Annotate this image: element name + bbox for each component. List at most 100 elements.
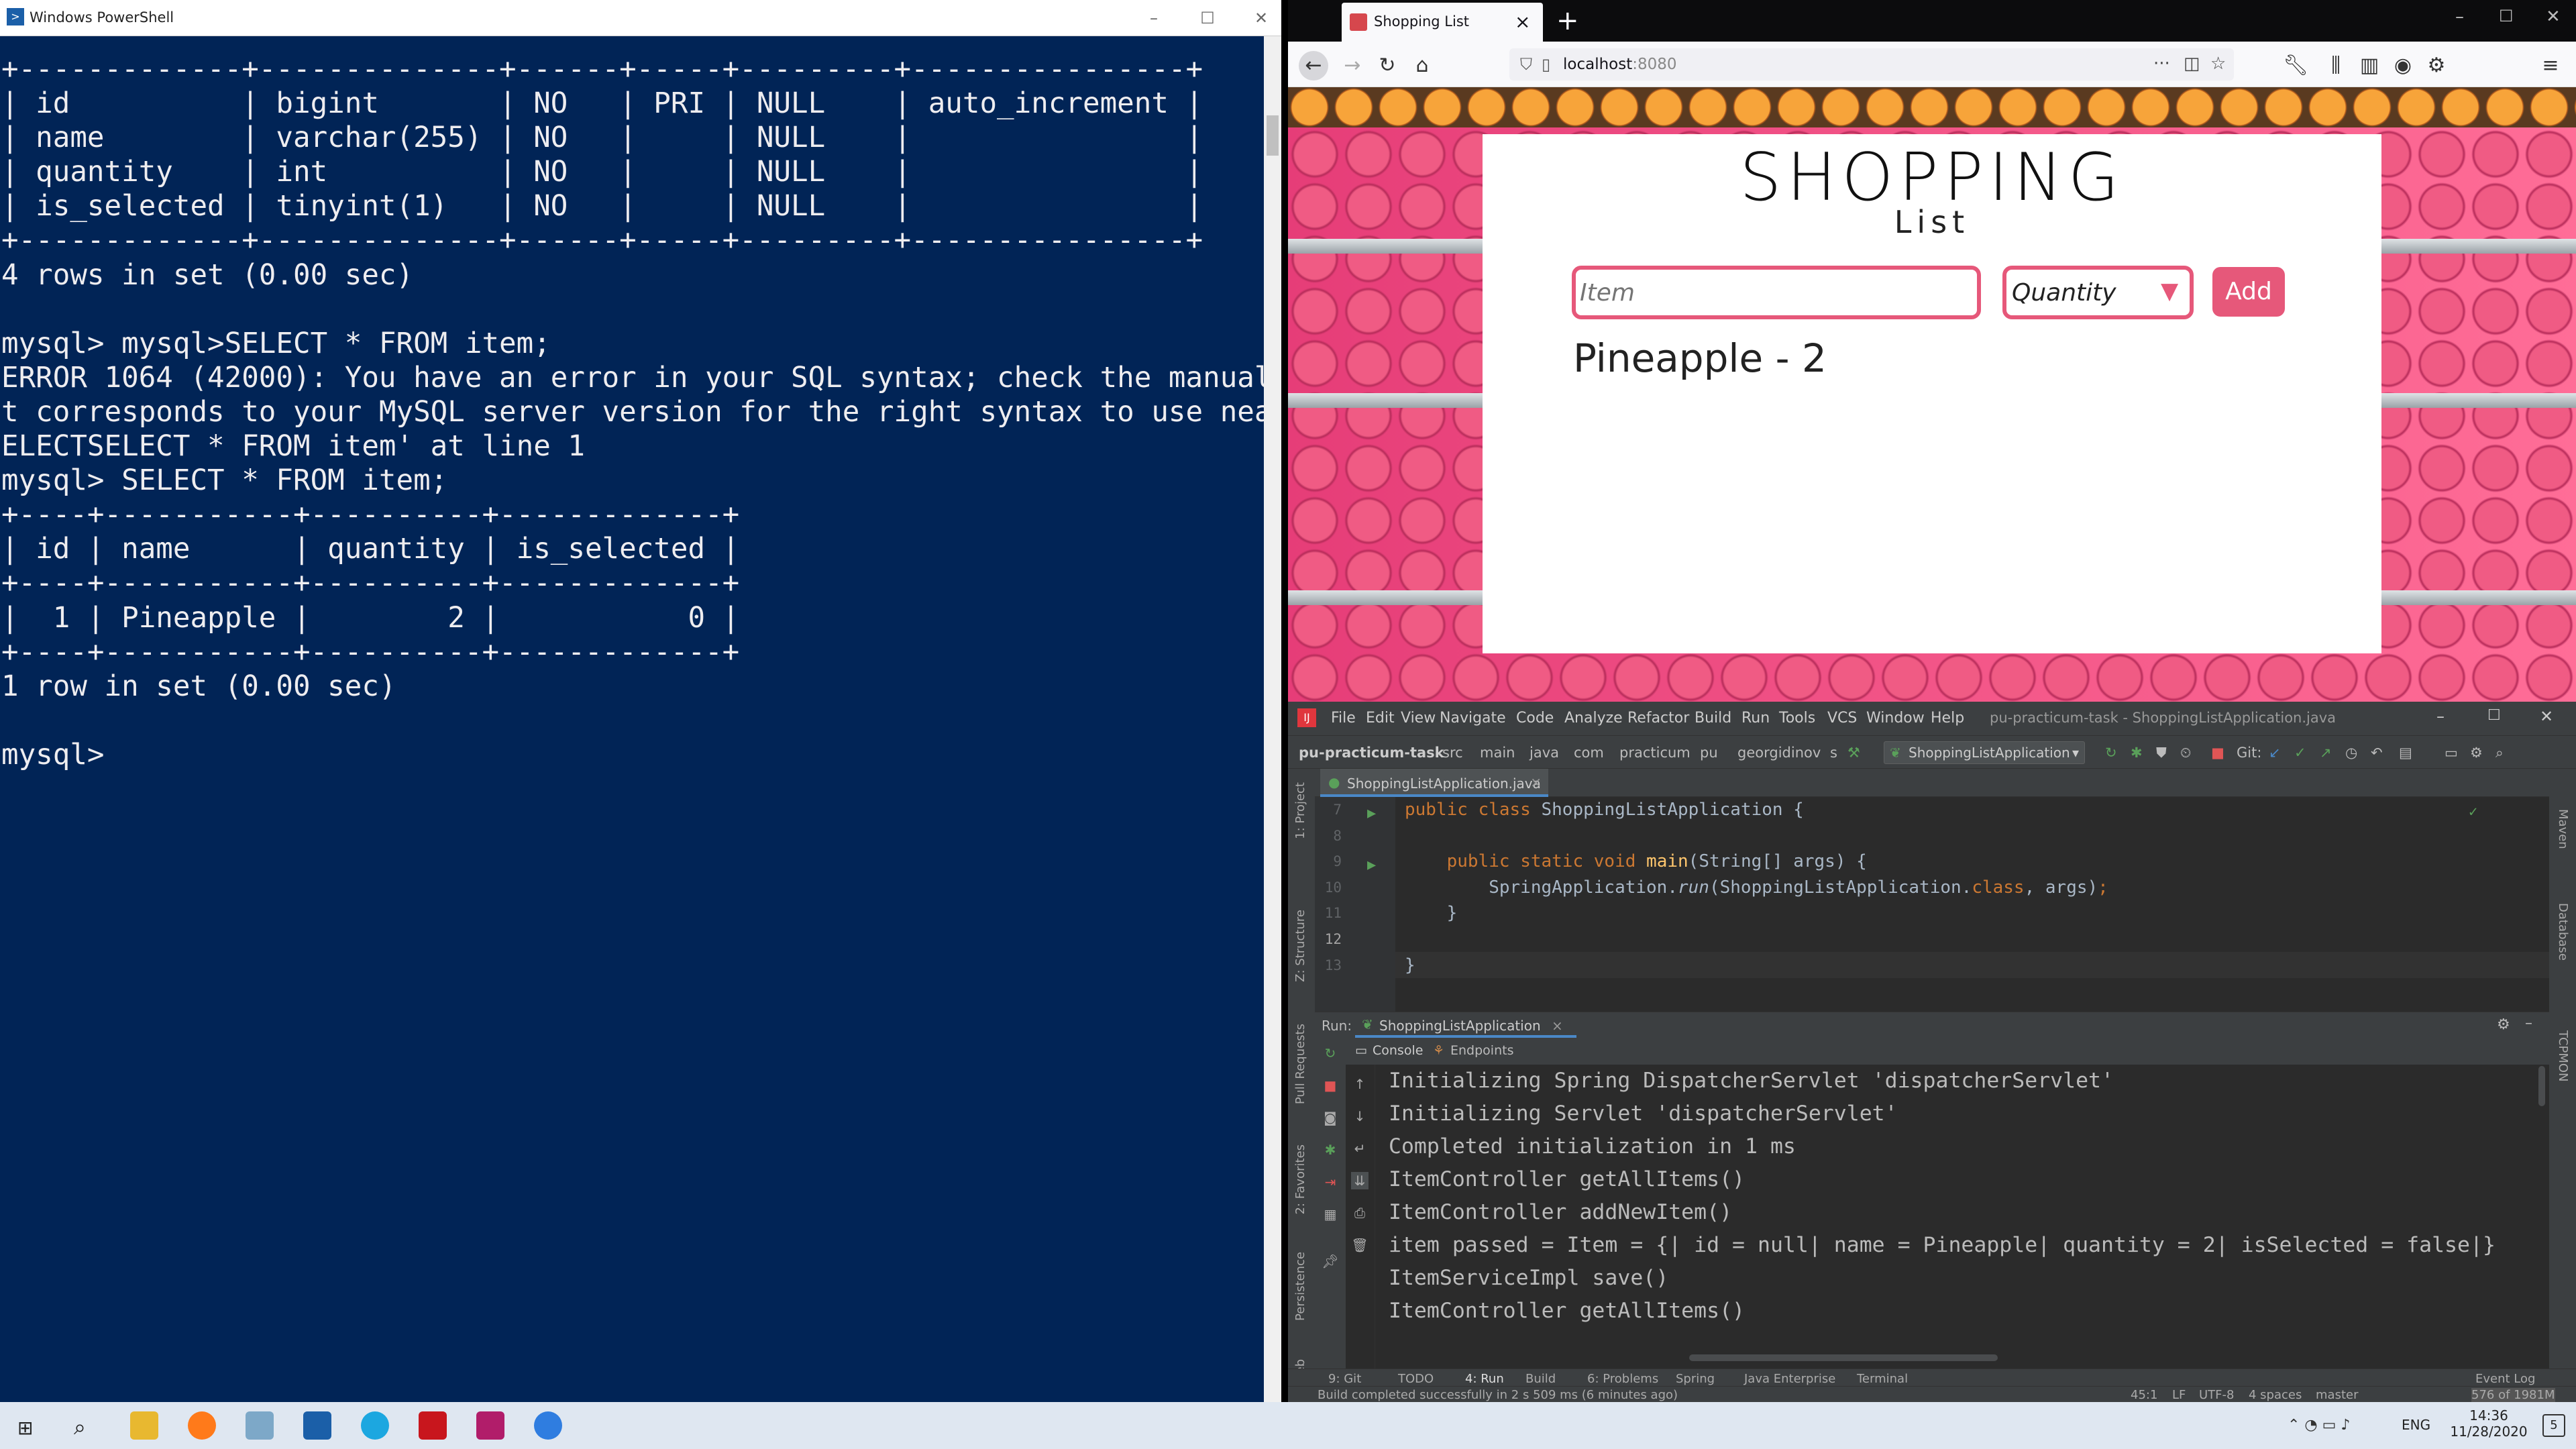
cursor-position[interactable]: 45:1	[2131, 1388, 2157, 1402]
search-icon[interactable]: ⌕	[74, 1414, 86, 1440]
rerun-icon[interactable]: ↻	[1322, 1044, 1339, 1062]
tool-pull-requests[interactable]: Pull Requests	[1293, 1024, 1307, 1104]
acrobat-icon[interactable]	[419, 1411, 447, 1440]
tool-tcpmon[interactable]: TCPMON	[2556, 1030, 2570, 1082]
project-structure-icon[interactable]: ▤	[2399, 745, 2412, 761]
scrollbar-thumb[interactable]	[1267, 115, 1279, 156]
tracking-shield-icon[interactable]: ⛉	[1520, 55, 1532, 74]
breadcrumb-com[interactable]: com	[1574, 745, 1604, 761]
url-bar[interactable]: ⛉ ▯ localhost:8080 ··· ◫ ☆	[1509, 48, 2234, 80]
tool-git[interactable]: 9: Git	[1328, 1372, 1361, 1386]
breadcrumb-java[interactable]: java	[1529, 745, 1559, 761]
tool-problems[interactable]: 6: Problems	[1587, 1372, 1658, 1386]
event-log[interactable]: Event Log	[2475, 1372, 2535, 1386]
minimize-button[interactable]: –	[1134, 0, 1174, 36]
run-gutter-icon[interactable]: ▶	[1367, 801, 1376, 827]
hide-panel-icon[interactable]: –	[2525, 1015, 2532, 1032]
intellij-taskbar-icon[interactable]	[476, 1411, 504, 1440]
git-branch[interactable]: master	[2316, 1388, 2358, 1402]
menu-navigate[interactable]: Navigate	[1440, 710, 1506, 727]
pocket-icon[interactable]: ◫	[2184, 54, 2200, 74]
console-tab[interactable]: ▭ Console	[1355, 1043, 1423, 1058]
debug-icon[interactable]: ✱	[2131, 745, 2143, 761]
tool-terminal[interactable]: Terminal	[1857, 1372, 1908, 1386]
pin-icon[interactable]: 📌︎	[1322, 1252, 1339, 1270]
close-tab-icon[interactable]: ×	[1545, 1018, 1563, 1034]
clock[interactable]: 14:36 11/28/2020	[2442, 1407, 2536, 1440]
menu-analyze[interactable]: Analyze	[1564, 710, 1623, 727]
tool-persistence[interactable]: Persistence	[1293, 1252, 1307, 1321]
firefox-icon[interactable]	[188, 1411, 216, 1440]
close-tab-icon[interactable]: ×	[1530, 774, 1542, 790]
minimize-button[interactable]: –	[2436, 707, 2445, 726]
close-tab-icon[interactable]: ×	[1515, 11, 1530, 33]
tool-favorites[interactable]: 2: Favorites	[1293, 1144, 1307, 1215]
rollback-icon[interactable]: ↶	[2371, 745, 2383, 761]
status-message[interactable]: Build completed successfully in 2 s 509 …	[1318, 1388, 1678, 1402]
add-button[interactable]: Add	[2212, 267, 2285, 317]
file-explorer-icon[interactable]	[130, 1411, 158, 1440]
scroll-down-icon[interactable]: ↓	[1351, 1108, 1368, 1125]
console-hscrollbar[interactable]	[1689, 1354, 1998, 1361]
extensions-icon[interactable]: ⚙	[2422, 51, 2451, 80]
git-history-icon[interactable]: ◷	[2345, 745, 2357, 761]
rerun-icon[interactable]: ↻	[2105, 745, 2117, 761]
menu-help[interactable]: Help	[1931, 710, 1964, 727]
wrench-icon[interactable]: 🔧︎	[2281, 51, 2310, 80]
console-output[interactable]: Initializing Spring DispatcherServlet 'd…	[1389, 1065, 2542, 1346]
forward-icon[interactable]: →	[1338, 51, 1367, 80]
app-icon[interactable]	[361, 1411, 389, 1440]
app-icon[interactable]	[246, 1411, 274, 1440]
build-hammer-icon[interactable]: ⚒	[1847, 745, 1860, 761]
back-icon[interactable]: ←	[1299, 51, 1328, 80]
coverage-icon[interactable]: ⛊	[2156, 745, 2167, 761]
firefox-dev-icon[interactable]	[534, 1411, 562, 1440]
menu-build[interactable]: Build	[1695, 710, 1731, 727]
git-commit-icon[interactable]: ✓	[2294, 745, 2306, 761]
menu-refactor[interactable]: Refactor	[1627, 710, 1689, 727]
tool-spring[interactable]: Spring	[1676, 1372, 1715, 1386]
minimize-button[interactable]: –	[2455, 7, 2464, 27]
breadcrumb-project[interactable]: pu-practicum-task	[1299, 745, 1444, 761]
git-update-icon[interactable]: ↙	[2269, 745, 2281, 761]
memory-indicator[interactable]: 576 of 1981M	[2471, 1388, 2555, 1402]
close-button[interactable]: ✕	[2546, 7, 2561, 27]
endpoints-tab[interactable]: ⚘ Endpoints	[1433, 1043, 1513, 1058]
editor-tab[interactable]: ● ShoppingListApplication.java ×	[1320, 769, 1548, 797]
maximize-button[interactable]: ☐	[2499, 7, 2514, 25]
bookmark-star-icon[interactable]: ☆	[2210, 54, 2226, 74]
menu-vcs[interactable]: VCS	[1827, 710, 1857, 727]
tool-build[interactable]: Build	[1525, 1372, 1556, 1386]
inspection-ok-icon[interactable]: ✓	[2469, 800, 2477, 826]
line-endings[interactable]: LF	[2172, 1388, 2186, 1402]
terminal-output[interactable]: +-------------+--------------+------+---…	[0, 36, 1281, 1398]
item-input-wrapper[interactable]	[1572, 266, 1981, 319]
file-encoding[interactable]: UTF-8	[2199, 1388, 2234, 1402]
library-icon[interactable]: ⫼	[2321, 51, 2351, 80]
maximize-button[interactable]: ☐	[2487, 707, 2501, 724]
notification-center-icon[interactable]: 5	[2542, 1414, 2565, 1437]
tool-project[interactable]: 1: Project	[1293, 782, 1307, 839]
source-code[interactable]: public class ShoppingListApplication { p…	[1405, 797, 2108, 978]
breadcrumb-georgidinov[interactable]: georgidinov	[1737, 745, 1821, 761]
new-tab-icon[interactable]: +	[1556, 5, 1579, 36]
menu-window[interactable]: Window	[1866, 710, 1925, 727]
layout-icon[interactable]: ▦	[1322, 1205, 1339, 1223]
tool-database[interactable]: Database	[2556, 903, 2570, 961]
breadcrumb-pu[interactable]: pu	[1700, 745, 1718, 761]
item-input[interactable]	[1580, 276, 1969, 309]
ide-settings-icon[interactable]: ⚙	[2470, 745, 2483, 761]
scroll-up-icon[interactable]: ↑	[1351, 1075, 1368, 1093]
browser-tab[interactable]: Shopping List ×	[1342, 3, 1543, 42]
settings-gear-icon[interactable]: ⚙	[2497, 1016, 2510, 1033]
menu-icon[interactable]: ≡	[2536, 51, 2565, 80]
run-tab[interactable]: ❦ ShoppingListApplication ×	[1355, 1012, 1576, 1038]
menu-edit[interactable]: Edit	[1366, 710, 1395, 727]
bug-icon[interactable]: ✱	[1322, 1141, 1339, 1159]
home-icon[interactable]: ⌂	[1407, 51, 1437, 80]
console-vscrollbar[interactable]	[2538, 1066, 2545, 1106]
profile-icon[interactable]: ⏲	[2180, 745, 2191, 761]
menu-file[interactable]: File	[1331, 710, 1356, 727]
reload-icon[interactable]: ↻	[1373, 51, 1402, 80]
close-button[interactable]: ✕	[2540, 707, 2553, 726]
